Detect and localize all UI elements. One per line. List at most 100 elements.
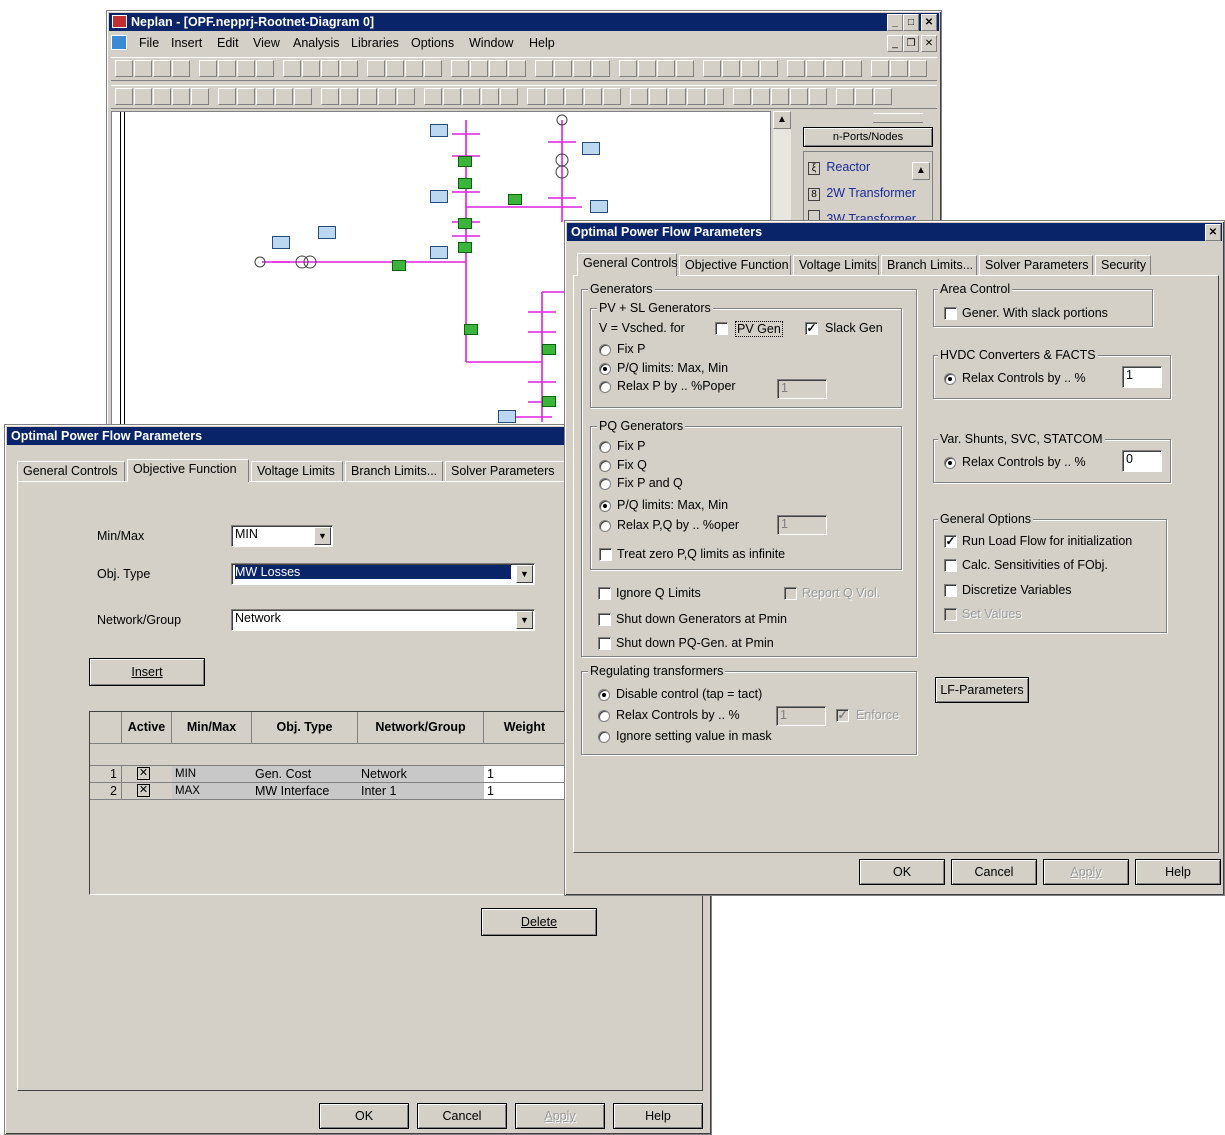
toolbar-tool-icon[interactable]: [703, 60, 721, 77]
scroll-up-icon[interactable]: ▲: [773, 111, 791, 129]
toolbar-tool-icon[interactable]: [340, 88, 358, 105]
diagram-node[interactable]: [430, 246, 448, 259]
tab-solver-parameters[interactable]: Solver Parameters: [445, 461, 565, 481]
toolbar-tool-icon[interactable]: [535, 60, 553, 77]
column-header-active[interactable]: Active: [122, 712, 172, 744]
discretize-checkbox[interactable]: [944, 584, 957, 597]
diagram-node[interactable]: [430, 124, 448, 137]
active-checkbox-cell[interactable]: ✕: [122, 783, 172, 800]
pq-fix-p-radio[interactable]: [599, 441, 611, 453]
toolbar-tool-icon[interactable]: [630, 88, 648, 105]
tab-branch-limits[interactable]: Branch Limits...: [345, 461, 443, 481]
calc-sens-checkbox[interactable]: [944, 559, 957, 572]
toolbar-tool-icon[interactable]: [790, 88, 808, 105]
toolbar-tool-icon[interactable]: [172, 88, 190, 105]
pq-fix-pq-radio[interactable]: [599, 478, 611, 490]
lf-parameters-button[interactable]: LF-Parameters: [935, 677, 1029, 703]
toolbar-tool-icon[interactable]: [584, 88, 602, 105]
diagram-node[interactable]: [508, 194, 522, 205]
toolbar-tool-icon[interactable]: [687, 88, 705, 105]
toolbar-tool-icon[interactable]: [367, 60, 385, 77]
set-values-checkbox[interactable]: [944, 608, 957, 621]
ignore-q-checkbox[interactable]: [598, 587, 611, 600]
toolbar-tool-icon[interactable]: [844, 60, 862, 77]
toolbar-tool-icon[interactable]: [199, 60, 217, 77]
pq-fix-q-radio[interactable]: [599, 460, 611, 472]
diagram-node[interactable]: [590, 200, 608, 213]
toolbar-tool-icon[interactable]: [649, 88, 667, 105]
hvdc-relax-radio[interactable]: [944, 373, 956, 385]
toolbar-tool-icon[interactable]: [359, 88, 377, 105]
cell-weight[interactable]: 1: [484, 783, 564, 800]
apply-button[interactable]: Apply: [515, 1103, 605, 1129]
gener-slack-checkbox[interactable]: [944, 307, 957, 320]
relax-p-radio[interactable]: [599, 381, 611, 393]
toolbar-tool-icon[interactable]: [741, 60, 759, 77]
report-q-checkbox[interactable]: [784, 587, 797, 600]
column-header-objtype[interactable]: Obj. Type: [252, 712, 358, 744]
toolbar-tool-icon[interactable]: [787, 60, 805, 77]
toolbar-tool-icon[interactable]: [508, 60, 526, 77]
toolbar-tool-icon[interactable]: [871, 60, 889, 77]
toolbar-tool-icon[interactable]: [638, 60, 656, 77]
palette-scroll-up-icon[interactable]: ▲: [912, 162, 930, 180]
mdi-close-icon[interactable]: ✕: [921, 35, 937, 52]
toolbar-tool-icon[interactable]: [115, 60, 133, 77]
close-icon[interactable]: ✕: [921, 14, 937, 31]
regulating-relax-input[interactable]: 1: [776, 706, 826, 726]
menu-edit[interactable]: Edit: [217, 36, 239, 50]
tab-general-controls[interactable]: General Controls: [17, 461, 125, 481]
toolbar-tool-icon[interactable]: [256, 60, 274, 77]
palette-grip[interactable]: [873, 113, 923, 123]
menu-libraries[interactable]: Libraries: [351, 36, 399, 50]
diagram-node[interactable]: [430, 190, 448, 203]
toolbar-tool-icon[interactable]: [619, 60, 637, 77]
tab-voltage-limits[interactable]: Voltage Limits: [793, 255, 879, 275]
objtype-select[interactable]: MW Losses ▼: [231, 563, 535, 585]
toolbar-tool-icon[interactable]: [275, 88, 293, 105]
cell-weight[interactable]: 1: [484, 766, 564, 783]
diagram-node[interactable]: [392, 260, 406, 271]
shut-gen-checkbox[interactable]: [598, 613, 611, 626]
toolbar-tool-icon[interactable]: [890, 60, 908, 77]
pq-relax-input[interactable]: 1: [777, 515, 827, 535]
toolbar-tool-icon[interactable]: [603, 88, 621, 105]
toolbar-tool-icon[interactable]: [237, 88, 255, 105]
diagram-node[interactable]: [498, 410, 516, 423]
toolbar-tool-icon[interactable]: [481, 88, 499, 105]
diagram-node[interactable]: [458, 242, 472, 253]
toolbar-tool-icon[interactable]: [752, 88, 770, 105]
diagram-node[interactable]: [464, 324, 478, 335]
pv-gen-checkbox[interactable]: [715, 322, 728, 335]
toolbar-tool-icon[interactable]: [565, 88, 583, 105]
chevron-down-icon[interactable]: ▼: [314, 527, 331, 545]
slack-gen-checkbox[interactable]: ✓: [805, 322, 818, 335]
toolbar-tool-icon[interactable]: [760, 60, 778, 77]
pq-limits-radio[interactable]: [599, 500, 611, 512]
relax-controls-radio[interactable]: [598, 710, 610, 722]
toolbar-tool-icon[interactable]: [294, 88, 312, 105]
chevron-down-icon[interactable]: ▼: [516, 565, 533, 583]
diagram-node[interactable]: [458, 218, 472, 229]
maximize-icon[interactable]: □: [903, 14, 919, 31]
mdi-restore-icon[interactable]: ❐: [903, 35, 919, 52]
mdi-minimize-icon[interactable]: _: [887, 35, 903, 52]
toolbar-tool-icon[interactable]: [470, 60, 488, 77]
diagram-node[interactable]: [458, 178, 472, 189]
toolbar-tool-icon[interactable]: [733, 88, 751, 105]
diagram-node[interactable]: [272, 236, 290, 249]
apply-button[interactable]: Apply: [1043, 859, 1129, 885]
palette-item-2w-transformer[interactable]: 8 2W Transformer: [808, 186, 916, 201]
toolbar-tool-icon[interactable]: [668, 88, 686, 105]
diagram-node[interactable]: [458, 156, 472, 167]
column-header-network[interactable]: Network/Group: [358, 712, 484, 744]
toolbar-tool-icon[interactable]: [134, 88, 152, 105]
help-button[interactable]: Help: [1135, 859, 1221, 885]
toolbar-tool-icon[interactable]: [283, 60, 301, 77]
objective-grid[interactable]: Active Min/Max Obj. Type Network/Group W…: [89, 711, 565, 895]
column-header-minmax[interactable]: Min/Max: [172, 712, 252, 744]
toolbar-tool-icon[interactable]: [451, 60, 469, 77]
menu-insert[interactable]: Insert: [171, 36, 202, 50]
toolbar-tool-icon[interactable]: [237, 60, 255, 77]
menu-options[interactable]: Options: [411, 36, 454, 50]
